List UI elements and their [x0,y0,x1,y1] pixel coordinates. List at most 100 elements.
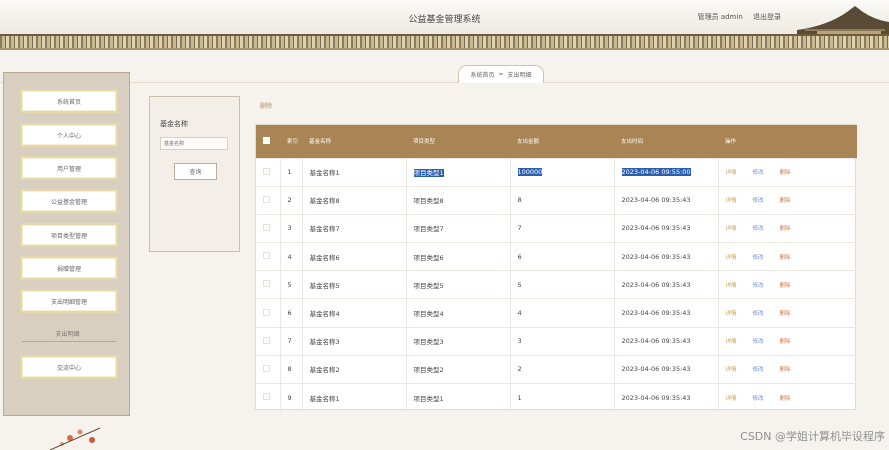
breadcrumb-home[interactable]: 系统首页 [470,70,494,79]
edit-button[interactable]: 修改 [753,255,764,261]
delete-button[interactable]: 删除 [780,283,791,289]
row-select-cell[interactable] [256,157,281,187]
row-select-cell[interactable] [256,382,281,412]
row-select-cell[interactable] [256,326,281,356]
logout-link[interactable]: 退出登录 [753,13,781,21]
table-row[interactable]: 7 基金名称3 项目类型3 3 2023-04-06 09:35:43 详情 修改 删除 [256,326,857,356]
detail-button[interactable]: 详情 [726,311,737,317]
row-amount: 100000 [510,157,615,187]
sidebar-item-profile[interactable]: 个人中心 [20,123,118,147]
row-actions: 详情 修改 删除 [718,242,857,271]
table-row[interactable]: 5 基金名称5 项目类型5 5 2023-04-06 09:35:43 详情 修改 删除 [256,270,857,299]
sidebar-divider [22,341,116,342]
row-checkbox[interactable] [263,223,270,231]
delete-button[interactable]: 删除 [780,255,791,261]
row-checkbox[interactable] [263,280,270,288]
row-actions: 详情 修改 删除 [718,326,857,356]
breadcrumb-divider [0,82,889,83]
row-checkbox[interactable] [263,195,270,203]
delete-button[interactable]: 删除 [780,339,791,345]
row-select-cell[interactable] [256,270,281,299]
detail-button[interactable]: 详情 [726,283,737,289]
row-checkbox[interactable] [263,336,270,344]
row-time-text: 2023-04-06 09:55:00 [621,168,691,177]
table-row[interactable]: 2 基金名称8 项目类型8 8 2023-04-06 09:35:43 详情 修改 删除 [256,185,857,215]
row-select-cell[interactable] [256,213,281,243]
row-time-text: 2023-04-06 09:35:43 [621,309,691,318]
search-button[interactable]: 查询 [174,163,217,180]
row-checkbox[interactable] [263,252,270,260]
table-row[interactable]: 3 基金名称7 项目类型7 7 2023-04-06 09:35:43 详情 修改 删除 [256,213,857,243]
row-actions: 详情 修改 删除 [718,270,857,299]
edit-button[interactable]: 修改 [753,367,764,373]
detail-button[interactable]: 详情 [726,396,737,402]
row-checkbox[interactable] [263,393,270,401]
header-time: 支出时间 [621,139,644,146]
detail-button[interactable]: 详情 [726,367,737,373]
table-row[interactable]: 1 基金名称1 项目类型1 100000 2023-04-06 09:55:00 详情 修改… [256,157,857,187]
delete-button[interactable]: 删除 [780,396,791,402]
row-time: 2023-04-06 09:35:43 [614,298,719,328]
table-row[interactable]: 8 基金名称2 项目类型2 2 2023-04-06 09:35:43 详情 修改 删除 [256,354,857,384]
sidebar-group-label[interactable]: 支出明细 [4,329,131,338]
row-time: 2023-04-06 09:55:00 [614,157,719,187]
row-time-text: 2023-04-06 09:35:43 [621,252,691,261]
search-input[interactable] [160,137,228,150]
sidebar-item-expenses[interactable]: 支出明细管理 [20,289,118,313]
edit-button[interactable]: 修改 [753,170,764,176]
row-select-cell[interactable] [256,185,281,215]
table-header: 索引 基金名称 项目类型 支出金额 支出时间 操作 [256,125,857,158]
delete-button[interactable]: 删除 [780,226,791,232]
sidebar-item-funds[interactable]: 公益基金管理 [20,189,118,213]
sidebar-item-donations[interactable]: 捐赠管理 [20,256,118,280]
delete-button[interactable]: 删除 [780,198,791,204]
delete-button[interactable]: 删除 [780,170,791,176]
detail-button[interactable]: 详情 [726,170,737,176]
detail-button[interactable]: 详情 [726,255,737,261]
table-row[interactable]: 9 基金名称1 项目类型1 1 2023-04-06 09:35:43 详情 修改 删除 [256,382,857,412]
edit-button[interactable]: 修改 [753,283,764,289]
row-amount-text: 2 [517,365,522,374]
row-index: 3 [280,213,303,243]
delete-button[interactable]: 删除 [780,367,791,373]
table-row[interactable]: 4 基金名称6 项目类型6 6 2023-04-06 09:35:43 详情 修改 删除 [256,242,857,271]
row-time-text: 2023-04-06 09:35:43 [621,393,691,402]
edit-button[interactable]: 修改 [753,198,764,204]
edit-button[interactable]: 修改 [753,396,764,402]
row-amount-text: 100000 [517,168,543,177]
sidebar-item-users[interactable]: 用户管理 [20,156,118,180]
header-amount: 支出金额 [517,139,540,146]
row-checkbox[interactable] [263,364,270,372]
row-checkbox[interactable] [263,167,270,175]
sidebar-item-forum[interactable]: 交流中心 [20,355,118,379]
row-checkbox[interactable] [263,308,270,316]
delete-button[interactable]: 删除 [780,311,791,317]
row-index: 6 [280,298,303,328]
row-index: 9 [280,382,303,412]
row-select-cell[interactable] [256,354,281,384]
table-row[interactable]: 6 基金名称4 项目类型4 4 2023-04-06 09:35:43 详情 修改 删除 [256,298,857,328]
row-project-type-text: 项目类型5 [413,281,444,290]
row-project-type-text: 项目类型1 [413,169,444,178]
row-amount: 3 [510,326,615,356]
edit-button[interactable]: 修改 [753,226,764,232]
edit-button[interactable]: 修改 [753,339,764,345]
detail-button[interactable]: 详情 [726,226,737,232]
select-all-header[interactable] [256,125,280,158]
eaves-border [0,34,889,50]
search-panel: 基金名称 查询 [149,96,240,252]
watermark: CSDN @学姐计算机毕设程序 [740,430,885,443]
row-select-cell[interactable] [256,242,281,271]
detail-button[interactable]: 详情 [726,339,737,345]
edit-button[interactable]: 修改 [753,311,764,317]
detail-button[interactable]: 详情 [726,198,737,204]
user-name: 管理员 admin [697,13,743,21]
select-all-checkbox[interactable] [263,136,270,144]
row-index: 1 [280,157,303,187]
batch-delete-button[interactable]: 删除 [260,101,272,110]
row-time-text: 2023-04-06 09:35:43 [621,224,691,233]
sidebar-item-project-types[interactable]: 项目类型管理 [20,223,118,247]
row-select-cell[interactable] [256,298,281,328]
sidebar-item-home[interactable]: 系统首页 [20,89,118,113]
row-time: 2023-04-06 09:35:43 [614,354,719,384]
